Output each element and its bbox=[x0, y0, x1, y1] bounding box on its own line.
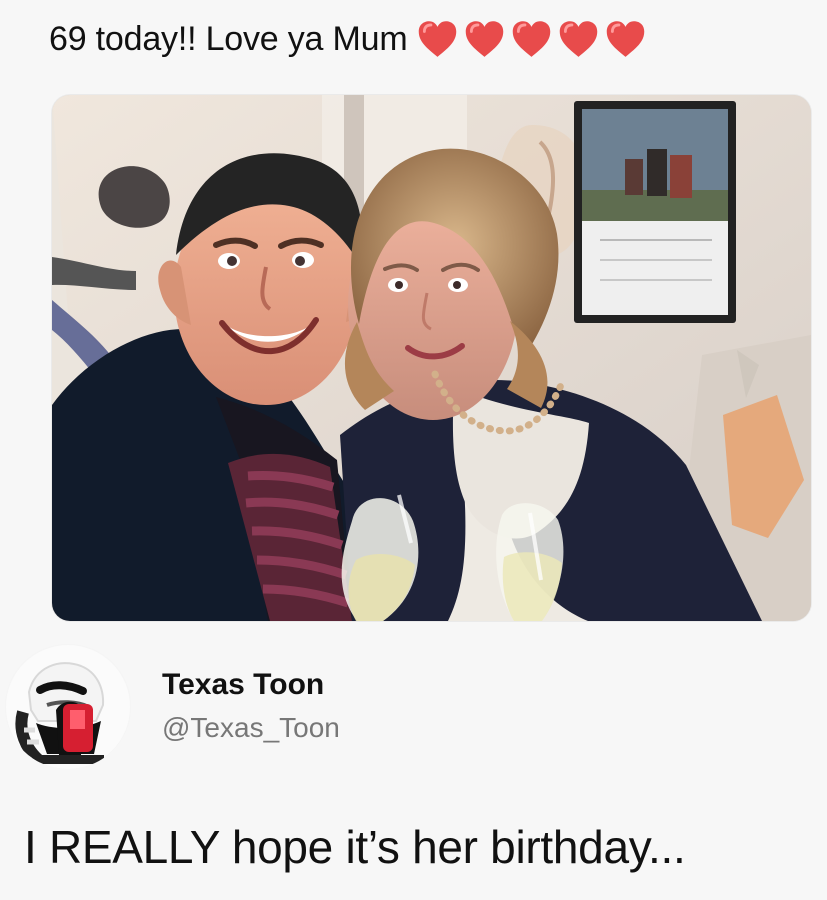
selfie-photo-illustration bbox=[52, 95, 811, 621]
profile-block: Texas Toon @Texas_Toon bbox=[5, 644, 505, 769]
top-caption: 69 today!! Love ya Mum bbox=[49, 9, 648, 69]
red-heart-icon bbox=[560, 21, 598, 57]
screenshot-screen: 69 today!! Love ya Mum Texas Toon @Texas… bbox=[0, 0, 827, 900]
red-heart-icon bbox=[419, 21, 457, 57]
wall-calendar-frame bbox=[574, 101, 736, 323]
caption-text: 69 today!! Love ya Mum bbox=[49, 19, 408, 58]
selfie-photo bbox=[52, 95, 811, 621]
red-heart-icon bbox=[513, 21, 551, 57]
red-heart-icon bbox=[607, 21, 645, 57]
username-handle[interactable]: @Texas_Toon bbox=[162, 712, 340, 744]
post-text: I REALLY hope it’s her birthday... bbox=[24, 821, 686, 873]
red-heart-icon bbox=[466, 21, 504, 57]
stormtrooper-avatar-icon[interactable] bbox=[5, 644, 131, 769]
avatar-illustration bbox=[5, 644, 131, 769]
display-name[interactable]: Texas Toon bbox=[162, 668, 324, 702]
heart-emoji-row bbox=[415, 18, 648, 60]
